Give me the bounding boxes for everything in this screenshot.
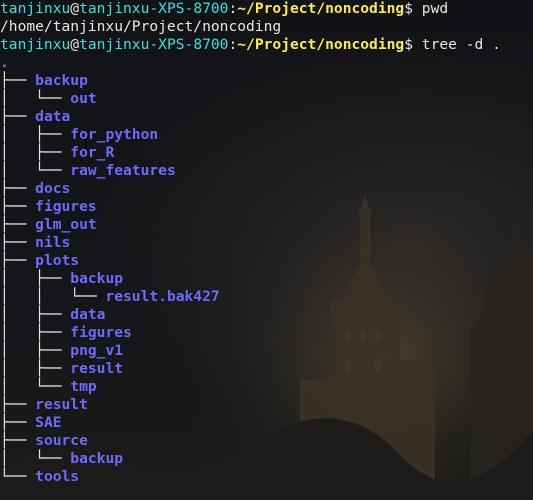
tree-branch: └── xyxy=(0,468,36,485)
tree-branch: │ ├── xyxy=(0,324,71,341)
tree-entry: │ ├── for_R xyxy=(0,144,533,162)
tree-entry: │ ├── result xyxy=(0,360,533,378)
tree-entry: │ └── tmp xyxy=(0,378,533,396)
prompt-host: tanjinxu-XPS-8700 xyxy=(79,36,229,53)
tree-entry: ├── docs xyxy=(0,180,533,198)
tree-entry: ├── data xyxy=(0,108,533,126)
tree-entry: ├── SAE xyxy=(0,414,533,432)
prompt-path: ~/Project/noncoding xyxy=(237,0,405,17)
tree-branch: │ ├── xyxy=(0,342,71,359)
tree-entry: │ ├── for_python xyxy=(0,126,533,144)
prompt-at: @ xyxy=(70,0,80,17)
directory-name: for_R xyxy=(70,144,115,161)
tree-branch: ├── xyxy=(0,252,36,269)
tree-branch: ├── xyxy=(0,198,36,215)
tree-branch: │ ├── xyxy=(0,306,71,323)
terminal-window[interactable]: tanjinxu@tanjinxu-XPS-8700:~/Project/non… xyxy=(0,0,533,500)
directory-name: out xyxy=(70,90,97,107)
directory-name: figures xyxy=(70,324,132,341)
tree-entry: ├── backup xyxy=(0,72,533,90)
prompt-line-pwd: tanjinxu@tanjinxu-XPS-8700:~/Project/non… xyxy=(0,0,533,18)
tree-entry: │ └── backup xyxy=(0,450,533,468)
directory-name: backup xyxy=(35,72,88,89)
tree-branch: ├── xyxy=(0,108,36,125)
tree-branch: │ │ └── xyxy=(0,288,106,305)
directory-name: result xyxy=(35,396,88,413)
tree-output: ├── backup │ └── out ├── data │ ├── for_pyt… xyxy=(0,72,533,486)
tree-branch: │ └── xyxy=(0,378,71,395)
tree-entry: ├── nils xyxy=(0,234,533,252)
tree-branch: ├── xyxy=(0,234,36,251)
tree-entry: ├── glm_out xyxy=(0,216,533,234)
tree-entry: │ ├── png_v1 xyxy=(0,342,533,360)
directory-name: result.bak427 xyxy=(105,288,220,305)
prompt-host: tanjinxu-XPS-8700 xyxy=(79,0,229,17)
tree-entry: │ │ └── result.bak427 xyxy=(0,288,533,306)
tree-branch: ├── xyxy=(0,396,36,413)
directory-name: for_python xyxy=(70,126,159,143)
tree-entry: │ ├── figures xyxy=(0,324,533,342)
directory-name: raw_features xyxy=(70,162,176,179)
directory-name: glm_out xyxy=(35,216,97,233)
tree-entry: └── tools xyxy=(0,468,533,486)
prompt-dollar: $ xyxy=(404,0,413,17)
tree-branch: │ ├── xyxy=(0,270,71,287)
tree-entry: │ ├── data xyxy=(0,306,533,324)
prompt-at: @ xyxy=(70,36,80,53)
tree-entry: │ └── out xyxy=(0,90,533,108)
directory-name: png_v1 xyxy=(70,342,124,359)
directory-name: data xyxy=(70,306,106,323)
tree-branch: │ ├── xyxy=(0,360,71,377)
tree-branch: ├── xyxy=(0,216,36,233)
directory-name: backup xyxy=(70,270,124,287)
terminal-content: tanjinxu@tanjinxu-XPS-8700:~/Project/non… xyxy=(0,0,533,486)
prompt-colon: : xyxy=(228,36,238,53)
tree-branch: │ └── xyxy=(0,450,71,467)
directory-name: SAE xyxy=(35,414,62,431)
tree-branch: │ └── xyxy=(0,90,71,107)
directory-name: backup xyxy=(70,450,124,467)
tree-branch: ├── xyxy=(0,72,36,89)
prompt-user: tanjinxu xyxy=(0,36,71,53)
tree-branch: ├── xyxy=(0,180,36,197)
directory-name: nils xyxy=(35,234,71,251)
directory-name: data xyxy=(35,108,71,125)
prompt-user: tanjinxu xyxy=(0,0,71,17)
directory-name: docs xyxy=(35,180,71,197)
prompt-dollar: $ xyxy=(404,36,413,53)
prompt-path: ~/Project/noncoding xyxy=(237,36,405,53)
tree-branch: ├── xyxy=(0,414,36,431)
tree-branch: │ ├── xyxy=(0,144,71,161)
tree-branch: ├── xyxy=(0,432,36,449)
directory-name: figures xyxy=(35,198,97,215)
tree-entry: │ └── raw_features xyxy=(0,162,533,180)
tree-entry: ├── figures xyxy=(0,198,533,216)
directory-name: tmp xyxy=(70,378,97,395)
tree-branch: │ ├── xyxy=(0,126,71,143)
tree-branch: │ └── xyxy=(0,162,71,179)
tree-entry: │ ├── backup xyxy=(0,270,533,288)
directory-name: result xyxy=(70,360,124,377)
directory-name: plots xyxy=(35,252,80,269)
directory-name: tools xyxy=(35,468,80,485)
pwd-output: /home/tanjinxu/Project/noncoding xyxy=(0,18,282,35)
directory-name: source xyxy=(35,432,88,449)
command-text: pwd xyxy=(413,0,449,17)
tree-entry: ├── result xyxy=(0,396,533,414)
tree-entry: ├── source xyxy=(0,432,533,450)
prompt-line-tree: tanjinxu@tanjinxu-XPS-8700:~/Project/non… xyxy=(0,36,533,54)
tree-entry: ├── plots xyxy=(0,252,533,270)
command-text: tree -d . xyxy=(413,36,501,53)
tree-root: . xyxy=(0,54,9,71)
prompt-colon: : xyxy=(228,0,238,17)
